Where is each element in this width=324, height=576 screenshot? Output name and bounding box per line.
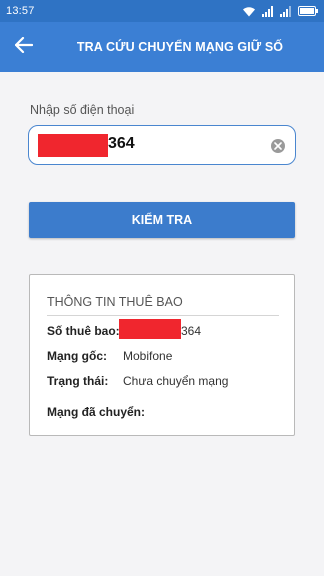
info-value: Chưa chuyển mạng	[123, 374, 229, 388]
page-title: TRA CỨU CHUYỂN MẠNG GIỮ SỐ	[76, 40, 284, 54]
check-button[interactable]: KIỂM TRA	[29, 202, 295, 238]
clear-button[interactable]	[271, 139, 285, 153]
signal-icon	[262, 5, 274, 17]
info-value-subscriber: 364	[181, 324, 202, 338]
back-button[interactable]	[12, 35, 36, 59]
info-label: Mạng đã chuyển:	[47, 405, 146, 419]
signal-icon	[280, 5, 292, 17]
info-label: Trạng thái:	[47, 374, 109, 388]
app-bar: TRA CỨU CHUYỂN MẠNG GIỮ SỐ	[0, 22, 324, 72]
info-label: Số thuê bao:	[47, 324, 120, 338]
redaction-block	[38, 134, 108, 157]
battery-icon	[298, 6, 318, 16]
status-icons	[242, 5, 318, 17]
info-label: Mạng gốc:	[47, 349, 107, 363]
card-divider	[47, 315, 279, 316]
info-value: Mobifone	[123, 349, 173, 363]
status-bar: 13:57	[0, 0, 324, 22]
phone-field-label: Nhập số điện thoại	[30, 103, 135, 117]
arrow-left-icon	[14, 36, 34, 58]
card-title: THÔNG TIN THUÊ BAO	[47, 295, 183, 309]
phone-input-value: 364	[108, 135, 135, 152]
wifi-icon	[242, 6, 256, 17]
clear-circle-icon	[274, 137, 282, 155]
subscriber-info-card: THÔNG TIN THUÊ BAO Số thuê bao: 364 Mạng…	[29, 274, 295, 436]
redaction-block	[119, 319, 181, 339]
status-time: 13:57	[6, 5, 35, 17]
phone-input[interactable]: 364	[28, 125, 296, 165]
